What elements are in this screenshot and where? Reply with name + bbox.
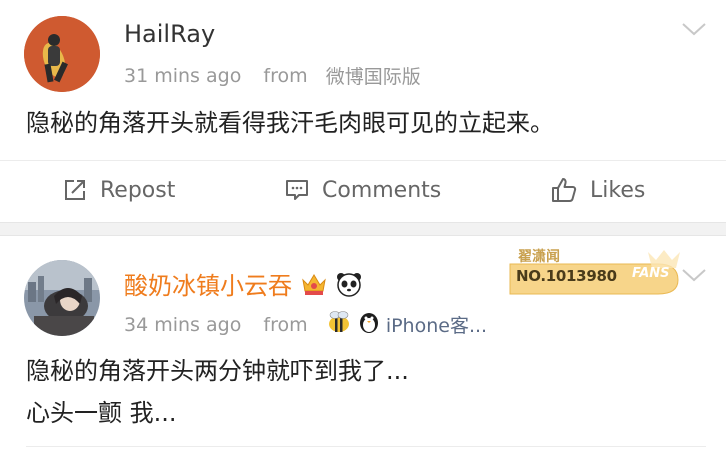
chevron-down-icon[interactable]: [680, 266, 710, 286]
comments-label: Comments: [322, 177, 442, 203]
panda-icon: [335, 271, 363, 303]
crown-icon: [300, 271, 328, 303]
post-content-line: 心头一颤 我...: [26, 399, 177, 427]
fans-badge-number: NO.1013980: [516, 267, 617, 285]
repost-label: Repost: [100, 177, 176, 203]
action-bar: Repost Comments Likes: [0, 160, 726, 218]
username[interactable]: 酸奶冰镇小云吞: [124, 266, 363, 303]
post-meta: 34 mins ago from iPhone客...: [124, 310, 487, 339]
like-icon: [552, 178, 577, 202]
username[interactable]: HailRay: [124, 20, 215, 48]
post-meta: 31 mins ago from 微博国际版: [124, 62, 421, 89]
fans-badge-word: FANS: [632, 266, 670, 281]
avatar[interactable]: [24, 16, 100, 92]
repost-button[interactable]: Repost: [62, 161, 175, 219]
post-content-line: 隐秘的角落开头两分钟就吓到我了...: [26, 357, 409, 385]
chevron-down-icon[interactable]: [680, 20, 710, 40]
post-content: 隐秘的角落开头两分钟就吓到我了... 心头一颤 我...: [26, 352, 409, 432]
avatar[interactable]: [24, 260, 100, 336]
fans-badge[interactable]: 翟潇闻 NO.1013980 FANS: [508, 242, 684, 298]
likes-label: Likes: [590, 177, 646, 203]
post-divider: [0, 222, 726, 236]
post-source[interactable]: 微博国际版: [326, 62, 421, 89]
weibo-post-1: HailRay 31 mins ago from 微博国际版 隐秘的角落开头就看…: [0, 0, 726, 222]
likes-button[interactable]: Likes: [550, 161, 645, 219]
post-time: 34 mins ago: [124, 313, 242, 336]
from-label: from: [263, 313, 308, 336]
repost-icon: [65, 180, 85, 200]
penguin-icon: [358, 310, 380, 339]
comments-button[interactable]: Comments: [284, 161, 441, 219]
comment-icon: [286, 180, 308, 200]
divider: [26, 446, 706, 447]
post-source[interactable]: iPhone客...: [386, 311, 487, 338]
post-time: 31 mins ago: [124, 64, 242, 87]
fans-badge-title: 翟潇闻: [518, 249, 560, 265]
username-text: 酸奶冰镇小云吞: [124, 272, 292, 300]
bee-icon: [326, 310, 352, 339]
post-content: 隐秘的角落开头就看得我汗毛肉眼可见的立起来。: [26, 109, 554, 137]
from-label: from: [263, 64, 308, 87]
